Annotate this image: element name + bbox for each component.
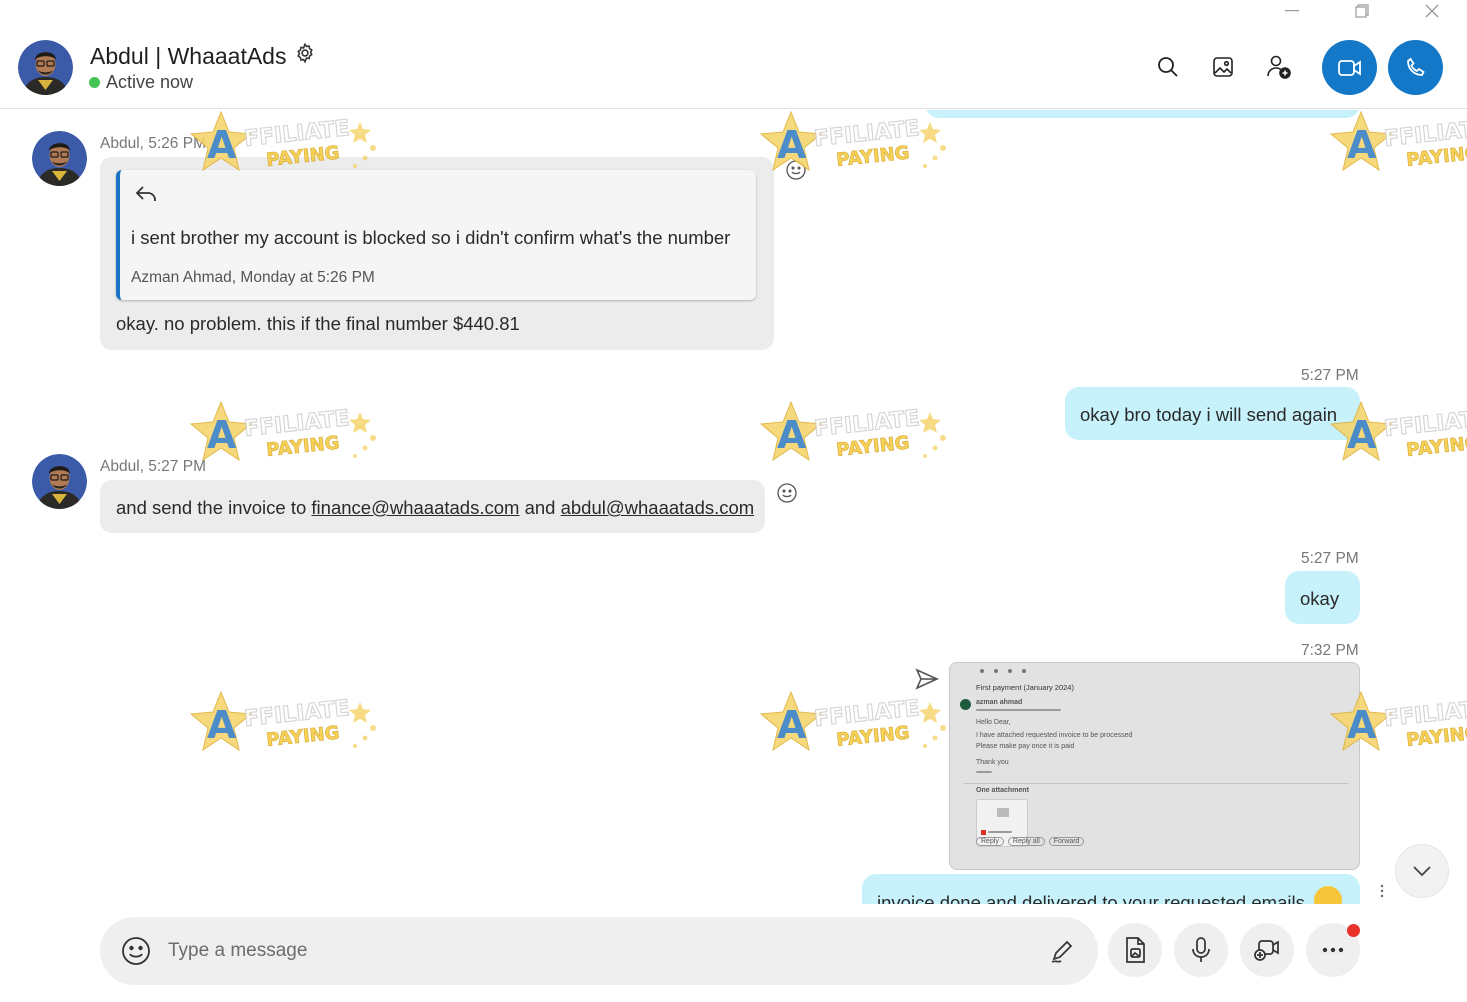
presence-status: Active now [89, 72, 193, 93]
message-bubble[interactable]: and send the invoice to finance@whaaatad… [100, 480, 765, 533]
message-text: okay bro today i will send again [1080, 404, 1338, 425]
attachment-subject: First payment (January 2024) [976, 683, 1074, 692]
video-call-button[interactable] [1322, 40, 1377, 95]
add-person-icon[interactable] [1264, 52, 1294, 82]
previous-message-bubble[interactable] [925, 110, 1360, 118]
message-meta: 5:27 PM [1301, 367, 1359, 384]
message-meta: 7:32 PM [1301, 642, 1359, 659]
message-text: okay [1300, 588, 1340, 609]
image-attachment[interactable]: First payment (January 2024) azman ahmad… [949, 662, 1360, 870]
message-bubble[interactable]: invoice done and delivered to your reque… [862, 874, 1360, 904]
chat-header: Abdul | WhaaatAds Active now [0, 0, 1467, 109]
text-segment: and send the invoice to [116, 497, 312, 518]
watermark-logo-icon [185, 690, 385, 760]
attachment-sender: azman ahmad [976, 699, 1023, 706]
watermark-logo-icon [1325, 110, 1467, 180]
phone-call-button[interactable] [1388, 40, 1443, 95]
attachment-count: One attachment [976, 787, 1029, 794]
chevron-down-icon [1413, 866, 1431, 877]
smile-emoji-icon [1314, 886, 1342, 904]
quoted-message[interactable]: i sent brother my account is blocked so … [116, 170, 756, 300]
message-meta: Abdul, 5:26 PM [100, 135, 206, 152]
email-link-abdul[interactable]: abdul@whaaatads.com [561, 497, 755, 518]
message-text: and send the invoice to finance@whaaatad… [116, 497, 754, 519]
watermark-logo-icon [755, 400, 955, 470]
sender-avatar[interactable] [32, 131, 87, 186]
restore-icon[interactable] [1327, 0, 1397, 22]
notification-dot [1347, 924, 1360, 937]
watermark-logo-icon [185, 400, 385, 470]
attachment-body: Please make pay once it is paid [976, 743, 1075, 750]
gear-icon[interactable] [294, 42, 316, 70]
contact-avatar[interactable] [18, 40, 73, 95]
video-call-icon [1337, 59, 1361, 76]
quoted-meta: Azman Ahmad, Monday at 5:26 PM [131, 269, 375, 286]
forward-button: Forward [1048, 837, 1085, 846]
forward-icon[interactable] [914, 667, 940, 696]
file-icon [1126, 937, 1145, 963]
more-options-icon[interactable] [1378, 884, 1386, 898]
attachment-signoff: Thank you [976, 759, 1009, 766]
gallery-icon[interactable] [1208, 52, 1238, 82]
message-text: invoice done and delivered to your reque… [877, 892, 1305, 904]
attachment-body: I have attached requested invoice to be … [976, 732, 1133, 739]
emoji-icon[interactable] [120, 935, 152, 967]
quoted-text: i sent brother my account is blocked so … [131, 227, 731, 248]
message-text: okay. no problem. this if the final numb… [116, 313, 520, 334]
watermark-logo-icon [755, 690, 955, 760]
contact-name-row[interactable]: Abdul | WhaaatAds [90, 42, 316, 70]
phone-call-icon [1406, 57, 1425, 76]
search-icon[interactable] [1153, 52, 1183, 82]
add-reaction-icon[interactable] [785, 159, 807, 181]
reply-button: Reply [976, 837, 1004, 846]
message-bubble[interactable]: okay [1285, 571, 1360, 624]
window-controls [1257, 0, 1467, 22]
message-input[interactable] [168, 933, 1028, 969]
message-meta: Abdul, 5:27 PM [100, 458, 206, 475]
message-bubble[interactable]: i sent brother my account is blocked so … [100, 157, 774, 350]
video-message-button[interactable] [1240, 923, 1294, 977]
message-list[interactable]: Abdul, 5:26 PM i sent brother my account… [0, 110, 1467, 904]
microphone-icon [1192, 937, 1210, 962]
video-message-icon [1254, 940, 1279, 961]
attachment-greeting: Hello Dear, [976, 719, 1011, 726]
reply-arrow-icon [134, 184, 158, 209]
scroll-to-bottom-button[interactable] [1395, 844, 1449, 898]
reply-all-button: Reply all [1007, 837, 1045, 846]
sender-avatar-small [960, 699, 971, 710]
text-segment: and [519, 497, 561, 518]
message-composer [100, 917, 1098, 985]
close-icon[interactable] [1397, 0, 1467, 22]
sender-avatar[interactable] [32, 454, 87, 509]
email-actions: Reply Reply all Forward [976, 837, 1085, 846]
message-bubble[interactable]: okay bro today i will send again [1065, 387, 1360, 440]
contact-name[interactable]: Abdul | WhaaatAds [90, 43, 286, 70]
send-file-button[interactable] [1108, 923, 1162, 977]
email-link-finance[interactable]: finance@whaaatads.com [311, 497, 519, 518]
more-icon [1322, 947, 1344, 953]
voice-message-button[interactable] [1174, 923, 1228, 977]
status-text: Active now [106, 72, 194, 92]
pen-icon[interactable] [1048, 937, 1076, 965]
online-indicator-icon [89, 77, 100, 88]
minimize-icon[interactable] [1257, 0, 1327, 22]
add-reaction-icon[interactable] [776, 482, 798, 504]
message-meta: 5:27 PM [1301, 550, 1359, 567]
